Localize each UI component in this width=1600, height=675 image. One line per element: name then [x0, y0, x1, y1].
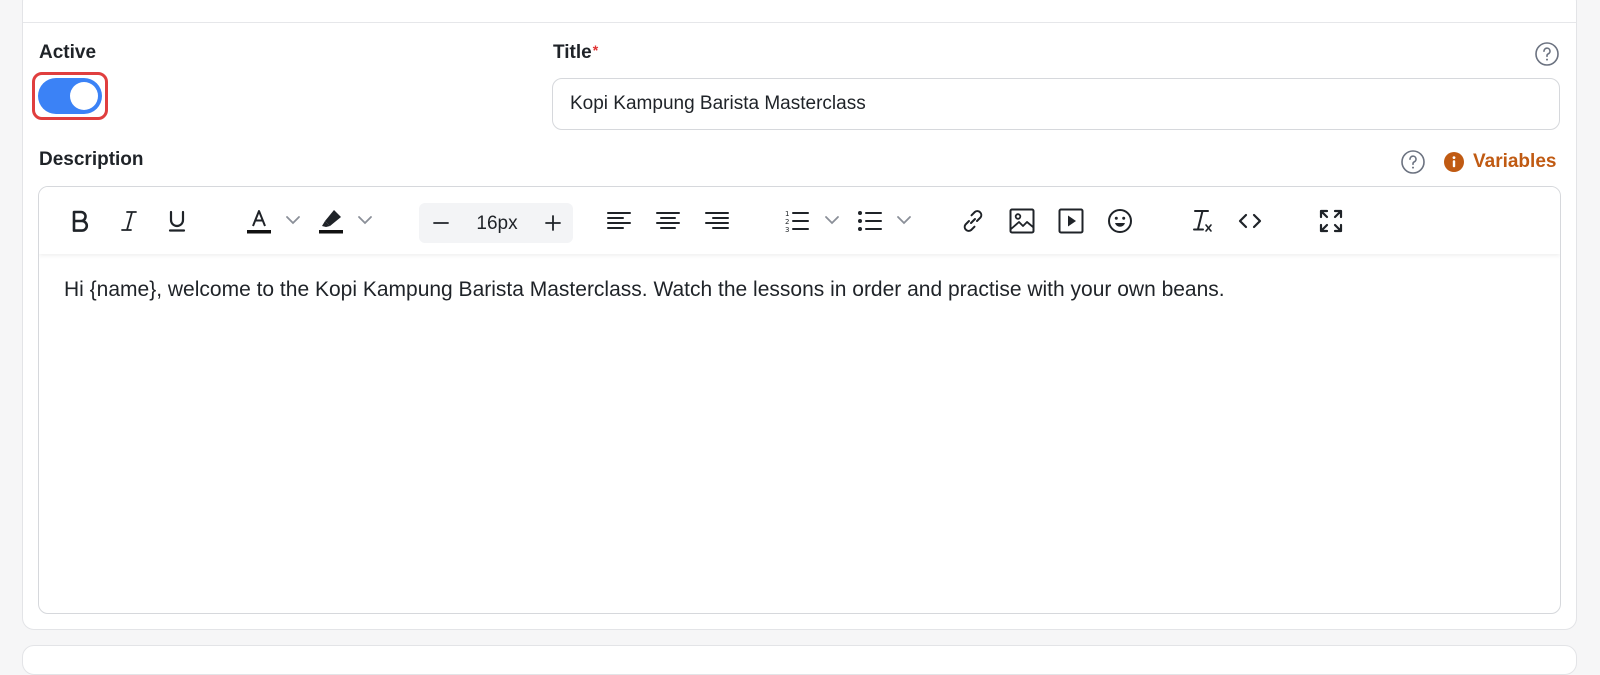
align-right-button[interactable]	[701, 205, 733, 237]
fullscreen-icon	[1319, 209, 1343, 233]
italic-icon	[121, 211, 137, 231]
text-color-icon	[247, 210, 271, 234]
description-help-icon[interactable]	[1400, 149, 1426, 175]
bullet-list-button[interactable]	[854, 205, 886, 237]
image-icon	[1009, 208, 1035, 234]
align-right-icon	[705, 212, 729, 229]
align-center-button[interactable]	[652, 205, 684, 237]
underline-button[interactable]	[161, 205, 193, 237]
code-icon	[1238, 213, 1262, 229]
svg-text:1: 1	[785, 210, 789, 218]
description-label: Description	[39, 149, 144, 170]
link-button[interactable]	[957, 205, 989, 237]
highlight-icon	[319, 210, 343, 234]
title-label: Title*	[553, 42, 598, 64]
video-button[interactable]	[1055, 205, 1087, 237]
link-icon	[963, 210, 983, 232]
section-divider	[23, 22, 1576, 23]
bullet-list-chevron-down-icon[interactable]	[895, 211, 913, 229]
svg-text:3: 3	[785, 226, 789, 233]
emoji-icon	[1108, 209, 1132, 233]
image-button[interactable]	[1006, 205, 1038, 237]
required-marker: *	[592, 42, 599, 58]
svg-text:2: 2	[785, 218, 789, 226]
bold-icon	[72, 210, 89, 232]
active-label: Active	[39, 42, 97, 63]
minus-icon	[433, 222, 449, 224]
emoji-button[interactable]	[1104, 205, 1136, 237]
bold-button[interactable]	[64, 205, 96, 237]
ordered-list-button[interactable]: 1 2 3	[781, 205, 813, 237]
code-button[interactable]	[1234, 205, 1266, 237]
title-help-icon[interactable]	[1534, 41, 1560, 67]
description-editor[interactable]: 16px 1 2 3 Hi {name}, welcome to the Kop…	[38, 186, 1561, 614]
title-label-text: Title	[553, 42, 592, 63]
italic-button[interactable]	[113, 205, 145, 237]
title-input[interactable]	[552, 78, 1560, 130]
decrease-font-button[interactable]	[425, 207, 457, 239]
align-center-icon	[656, 212, 680, 229]
font-size-control: 16px	[419, 203, 573, 243]
editor-toolbar: 16px 1 2 3	[39, 187, 1560, 254]
variables-label: Variables	[1473, 151, 1557, 172]
increase-font-button[interactable]	[537, 207, 569, 239]
active-toggle[interactable]	[38, 78, 102, 114]
plus-icon	[545, 215, 561, 231]
underline-icon	[168, 210, 186, 232]
align-left-icon	[607, 212, 631, 229]
video-icon	[1058, 208, 1084, 234]
info-icon	[1444, 152, 1464, 172]
highlight-chevron-down-icon[interactable]	[356, 211, 374, 229]
clear-format-icon	[1193, 210, 1212, 232]
highlight-button[interactable]	[315, 205, 347, 237]
align-left-button[interactable]	[603, 205, 635, 237]
editor-content[interactable]: Hi {name}, welcome to the Kopi Kampung B…	[64, 275, 1535, 305]
bullet-list-icon	[858, 211, 882, 231]
clear-format-button[interactable]	[1185, 205, 1217, 237]
text-color-button[interactable]	[243, 205, 275, 237]
fullscreen-button[interactable]	[1315, 205, 1347, 237]
variables-button[interactable]: Variables	[1443, 148, 1556, 176]
ordered-list-chevron-down-icon[interactable]	[823, 211, 841, 229]
text-color-chevron-down-icon[interactable]	[284, 211, 302, 229]
toggle-knob	[70, 82, 98, 110]
font-size-value[interactable]: 16px	[467, 213, 527, 235]
next-card	[22, 645, 1577, 675]
ordered-list-icon: 1 2 3	[785, 210, 809, 233]
